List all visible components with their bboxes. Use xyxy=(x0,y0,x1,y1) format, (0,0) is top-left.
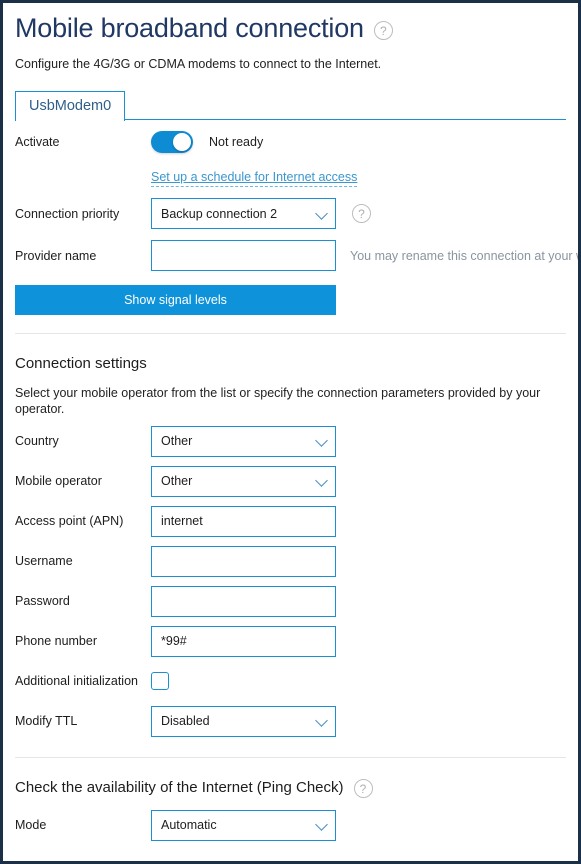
additional-initialization-checkbox[interactable] xyxy=(151,672,169,690)
username-control xyxy=(151,545,336,577)
additional-initialization-control xyxy=(151,672,336,690)
connection-priority-value: Backup connection 2 xyxy=(161,206,278,221)
schedule-link-row: Set up a schedule for Internet access xyxy=(15,164,566,192)
username-input[interactable] xyxy=(151,545,336,577)
page-frame: Mobile broadband connection ? Configure … xyxy=(0,0,581,864)
ping-check-help-icon[interactable]: ? xyxy=(353,779,373,798)
provider-name-label: Provider name xyxy=(15,248,97,263)
connection-priority-help-icon[interactable]: ? xyxy=(352,204,371,223)
ping-mode-value: Automatic xyxy=(161,818,217,832)
schedule-link[interactable]: Set up a schedule for Internet access xyxy=(151,170,358,187)
page-subtitle: Configure the 4G/3G or CDMA modems to co… xyxy=(15,57,382,71)
ping-mode-control: Automatic xyxy=(151,809,336,841)
connection-settings-heading: Connection settings xyxy=(3,334,578,374)
connection-priority-label: Connection priority xyxy=(15,206,120,221)
mobile-operator-select[interactable]: Other xyxy=(151,465,336,497)
connection-priority-row: Connection priority Backup connection 2 … xyxy=(15,192,566,235)
question-mark-circle-icon[interactable]: ? xyxy=(373,21,393,40)
activate-row: Activate Not ready xyxy=(15,120,566,164)
connection-settings-fields: Country Other Mobile operator Other Acce… xyxy=(3,421,578,741)
chevron-down-icon xyxy=(315,714,328,727)
ping-check-fields: Mode Automatic xyxy=(3,805,578,845)
chevron-down-icon xyxy=(315,474,328,487)
modify-ttl-value: Disabled xyxy=(161,714,210,728)
chevron-down-icon xyxy=(315,206,328,220)
activate-toggle-group: Not ready xyxy=(151,131,263,153)
ping-check-heading: Check the availability of the Internet (… xyxy=(3,758,578,798)
modify-ttl-control: Disabled xyxy=(151,705,336,737)
activate-toggle[interactable] xyxy=(151,131,193,153)
username-label: Username xyxy=(15,554,73,568)
modify-ttl-row: Modify TTL Disabled xyxy=(15,701,566,741)
show-signal-levels-button[interactable]: Show signal levels xyxy=(15,285,336,315)
mobile-operator-control: Other xyxy=(151,465,336,497)
ping-mode-select[interactable]: Automatic xyxy=(151,809,336,841)
password-control xyxy=(151,585,336,617)
tab-usbmodem0[interactable]: UsbModem0 xyxy=(15,90,126,121)
connection-priority-select[interactable]: Backup connection 2 xyxy=(151,198,336,229)
chevron-down-icon xyxy=(315,434,328,447)
modify-ttl-select[interactable]: Disabled xyxy=(151,705,336,737)
activation-section: Activate Not ready Set up a schedule for… xyxy=(3,120,578,315)
ping-check-heading-text: Check the availability of the Internet (… xyxy=(15,779,344,796)
activate-label: Activate xyxy=(15,135,60,149)
tab-strip: UsbModem0 xyxy=(15,89,566,121)
password-row: Password xyxy=(15,581,566,621)
mobile-operator-row: Mobile operator Other xyxy=(15,461,566,501)
country-row: Country Other xyxy=(15,421,566,461)
country-control: Other xyxy=(151,425,336,457)
connection-settings-description: Select your mobile operator from the lis… xyxy=(15,386,541,416)
apn-input[interactable] xyxy=(151,505,336,537)
apn-control xyxy=(151,505,336,537)
toggle-knob xyxy=(173,133,191,151)
mobile-operator-value: Other xyxy=(161,474,193,488)
country-select[interactable]: Other xyxy=(151,425,336,457)
chevron-down-icon xyxy=(315,818,328,831)
country-label: Country xyxy=(15,434,59,448)
apn-label: Access point (APN) xyxy=(15,514,124,528)
provider-name-row: Provider name You may rename this connec… xyxy=(15,235,578,276)
connection-priority-control: Backup connection 2 xyxy=(151,198,336,229)
connection-status-text: Not ready xyxy=(209,135,264,149)
page-title: Mobile broadband connection xyxy=(15,13,364,43)
phone-number-row: Phone number xyxy=(15,621,566,661)
page-header: Mobile broadband connection ? xyxy=(3,3,578,44)
ping-mode-row: Mode Automatic xyxy=(15,805,566,845)
apn-row: Access point (APN) xyxy=(15,501,566,541)
additional-initialization-label: Additional initialization xyxy=(15,674,138,688)
additional-initialization-row: Additional initialization xyxy=(15,661,566,701)
provider-name-input[interactable] xyxy=(151,240,336,271)
phone-number-label: Phone number xyxy=(15,634,98,648)
provider-name-hint: You may rename this connection at your w… xyxy=(350,248,581,263)
password-input[interactable] xyxy=(151,585,336,617)
connection-settings-heading-text: Connection settings xyxy=(15,355,147,372)
phone-number-input[interactable] xyxy=(151,625,336,657)
ping-mode-label: Mode xyxy=(15,818,47,832)
country-value: Other xyxy=(161,434,193,448)
modify-ttl-label: Modify TTL xyxy=(15,714,78,728)
phone-number-control xyxy=(151,625,336,657)
provider-name-control xyxy=(151,240,336,271)
username-row: Username xyxy=(15,541,566,581)
mobile-operator-label: Mobile operator xyxy=(15,474,102,488)
password-label: Password xyxy=(15,594,70,608)
